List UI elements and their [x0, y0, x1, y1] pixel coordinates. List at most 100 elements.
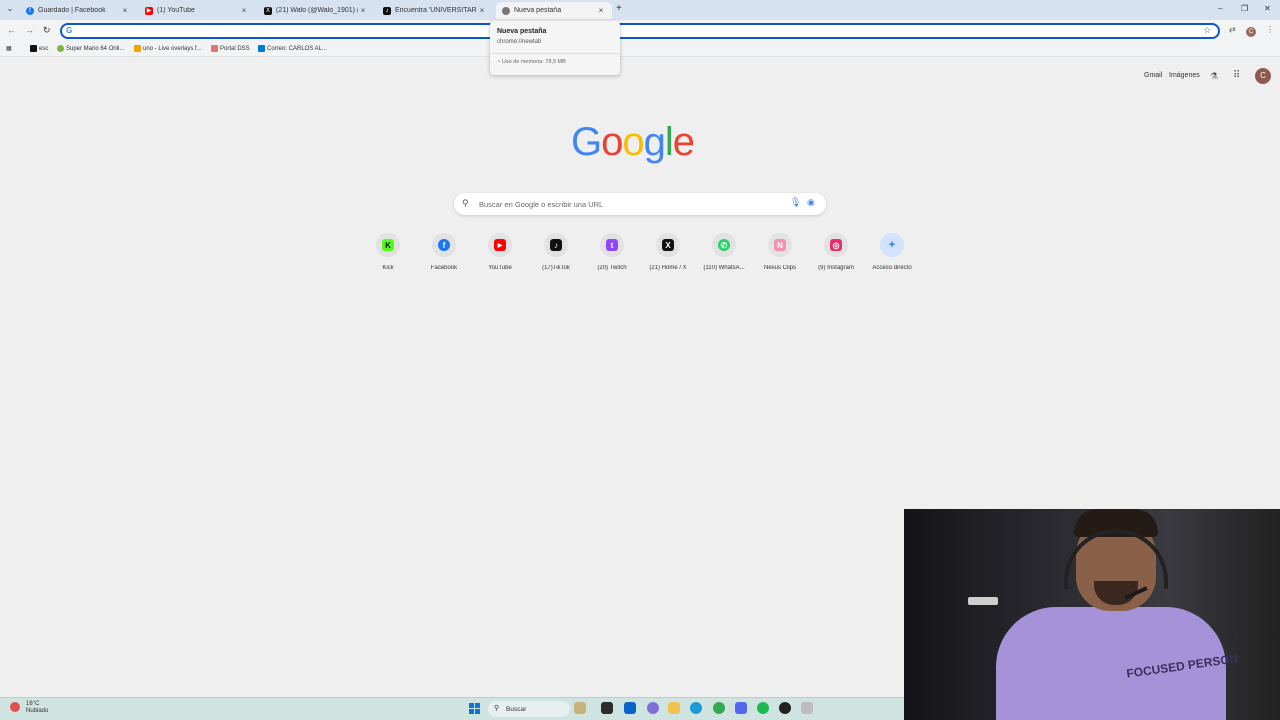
shortcut-twitch[interactable]: t (20) Twitch: [584, 233, 640, 271]
shortcut-tile: f: [432, 233, 456, 257]
bookmark-item[interactable]: uno - Live overlays f...: [134, 45, 202, 52]
shortcut-label: Facebook: [430, 265, 458, 271]
windows-start-icon[interactable]: [469, 703, 480, 714]
search-placeholder: Buscar en Google o escribir una URL: [479, 200, 604, 209]
bookmark-item[interactable]: Portal DSS: [211, 45, 250, 52]
bookmark-item[interactable]: esc: [30, 45, 48, 52]
close-window-button[interactable]: ✕: [1264, 4, 1271, 13]
discord-icon[interactable]: [735, 702, 747, 714]
desert-widget-icon[interactable]: [574, 702, 586, 714]
store-icon[interactable]: [624, 702, 636, 714]
shortcut-add[interactable]: + Acceso directo: [864, 233, 920, 271]
minimize-button[interactable]: –: [1218, 4, 1222, 13]
shortcut-tile: X: [656, 233, 680, 257]
tab-close-icon[interactable]: ×: [358, 6, 368, 15]
forward-button[interactable]: →: [25, 25, 34, 35]
x-icon: X: [264, 6, 272, 15]
tab-search-icon[interactable]: ⌄: [4, 4, 16, 16]
menu-icon[interactable]: ⋮: [1266, 25, 1274, 34]
edge-icon[interactable]: [690, 702, 702, 714]
google-lens-icon[interactable]: ◉: [807, 197, 815, 208]
google-g-icon: G: [66, 26, 73, 35]
shortcut-label: (9) Instagram: [818, 265, 854, 271]
bookmark-label: uno - Live overlays f...: [143, 45, 202, 52]
browser-toolbar: ← → ↻ G ☆ ⇄ ⋮: [0, 20, 1280, 42]
shortcut-youtube[interactable]: ▶ YouTube: [472, 233, 528, 271]
tab-close-icon[interactable]: ×: [239, 6, 249, 15]
google-logo: Google: [571, 120, 695, 165]
shortcut-tiktok[interactable]: ♪ (17)TikTok: [528, 233, 584, 271]
restore-button[interactable]: ❐: [1241, 4, 1248, 13]
shortcut-nexus-clips[interactable]: N Nexus Clips: [752, 233, 808, 271]
extensions-icon[interactable]: ⇄: [1229, 25, 1236, 34]
shortcut-label: (20) Twitch: [597, 265, 627, 271]
back-button[interactable]: ←: [7, 25, 16, 35]
shortcut-instagram[interactable]: ◎ (9) Instagram: [808, 233, 864, 271]
outlook-icon: [258, 45, 265, 52]
tab-tiktok[interactable]: ♪ Encuentra 'UNIVERSITARIO' en ×: [377, 2, 493, 19]
task-view-icon[interactable]: [601, 702, 613, 714]
shortcut-label: (110) WhatsA...: [703, 265, 745, 271]
bookmark-icon: [30, 45, 37, 52]
tab-facebook[interactable]: f Guardado | Facebook ×: [20, 2, 136, 19]
nexus-clips-icon: N: [774, 239, 786, 251]
shortcut-tile: K: [376, 233, 400, 257]
logo-letter: l: [664, 120, 674, 164]
bookmark-icon: [134, 45, 141, 52]
labs-flask-icon[interactable]: ⚗: [1210, 71, 1218, 82]
tab-strip: ⌄ f Guardado | Facebook × ▶ (1) YouTube …: [0, 0, 1280, 20]
chrome-icon: [502, 6, 510, 15]
weather-desc: Nublado: [26, 708, 49, 714]
gmail-link[interactable]: Gmail: [1144, 72, 1162, 79]
bookmark-label: Super Mario 64 Onli...: [66, 45, 125, 52]
tab-close-icon[interactable]: ×: [596, 6, 606, 15]
tab-title: Encuentra 'UNIVERSITARIO' en: [395, 7, 477, 14]
tab-close-icon[interactable]: ×: [120, 6, 130, 15]
tab-title: (1) YouTube: [157, 7, 195, 14]
whatsapp-icon: ✆: [718, 239, 730, 251]
copilot-icon[interactable]: [647, 702, 659, 714]
microphone-icon[interactable]: 🎙: [790, 197, 801, 208]
plus-icon: +: [888, 239, 896, 251]
tab-youtube[interactable]: ▶ (1) YouTube ×: [139, 2, 255, 19]
facebook-icon: f: [26, 6, 34, 15]
search-box[interactable]: ⚲ Buscar en Google o escribir una URL 🎙 …: [454, 193, 826, 215]
obs-icon[interactable]: [779, 702, 791, 714]
file-explorer-icon[interactable]: [668, 702, 680, 714]
shortcut-label: Kick: [382, 265, 394, 271]
shortcut-label: Nexus Clips: [763, 265, 796, 271]
instagram-icon: ◎: [830, 239, 842, 251]
tab-x[interactable]: X (21) Walo (@Walo_1901) / X ×: [258, 2, 374, 19]
memory-usage-text: Uso de memoria: 78,9 MB: [501, 59, 566, 65]
shortcut-kick[interactable]: K Kick: [360, 233, 416, 271]
images-link[interactable]: Imágenes: [1169, 72, 1200, 79]
address-bar[interactable]: G: [60, 23, 1220, 39]
tab-title: (21) Walo (@Walo_1901) / X: [276, 7, 358, 14]
apps-grid-icon[interactable]: ▦: [6, 45, 12, 52]
profile-avatar-small[interactable]: C: [1246, 27, 1256, 37]
google-apps-icon[interactable]: ⠿: [1233, 70, 1240, 81]
bookmark-label: esc: [39, 45, 49, 52]
shortcut-facebook[interactable]: f Facebook: [416, 233, 472, 271]
divider: [490, 53, 620, 54]
bookmark-icon: [57, 45, 64, 52]
new-tab-button[interactable]: +: [616, 3, 622, 14]
app-icon[interactable]: [801, 702, 813, 714]
shortcut-x[interactable]: X (21) Home / X: [640, 233, 696, 271]
search-icon: ⚲: [494, 705, 500, 712]
shortcut-whatsapp[interactable]: ✆ (110) WhatsA...: [696, 233, 752, 271]
bookmark-item[interactable]: Correo: CARLOS AL...: [258, 45, 327, 52]
shortcut-label: YouTube: [488, 265, 512, 271]
tab-new-tab[interactable]: Nueva pestaña ×: [496, 2, 612, 19]
wall-light: [968, 597, 998, 605]
account-avatar[interactable]: C: [1255, 68, 1271, 84]
bookmark-star-icon[interactable]: ☆: [1203, 25, 1211, 36]
tab-close-icon[interactable]: ×: [477, 6, 487, 15]
reload-button[interactable]: ↻: [43, 25, 51, 36]
taskbar-search[interactable]: ⚲ Buscar: [488, 701, 570, 717]
chrome-icon[interactable]: [713, 702, 725, 714]
spotify-icon[interactable]: [757, 702, 769, 714]
bookmark-item[interactable]: Super Mario 64 Onli...: [57, 45, 124, 52]
kick-icon: K: [382, 239, 394, 251]
x-icon: X: [662, 239, 674, 251]
